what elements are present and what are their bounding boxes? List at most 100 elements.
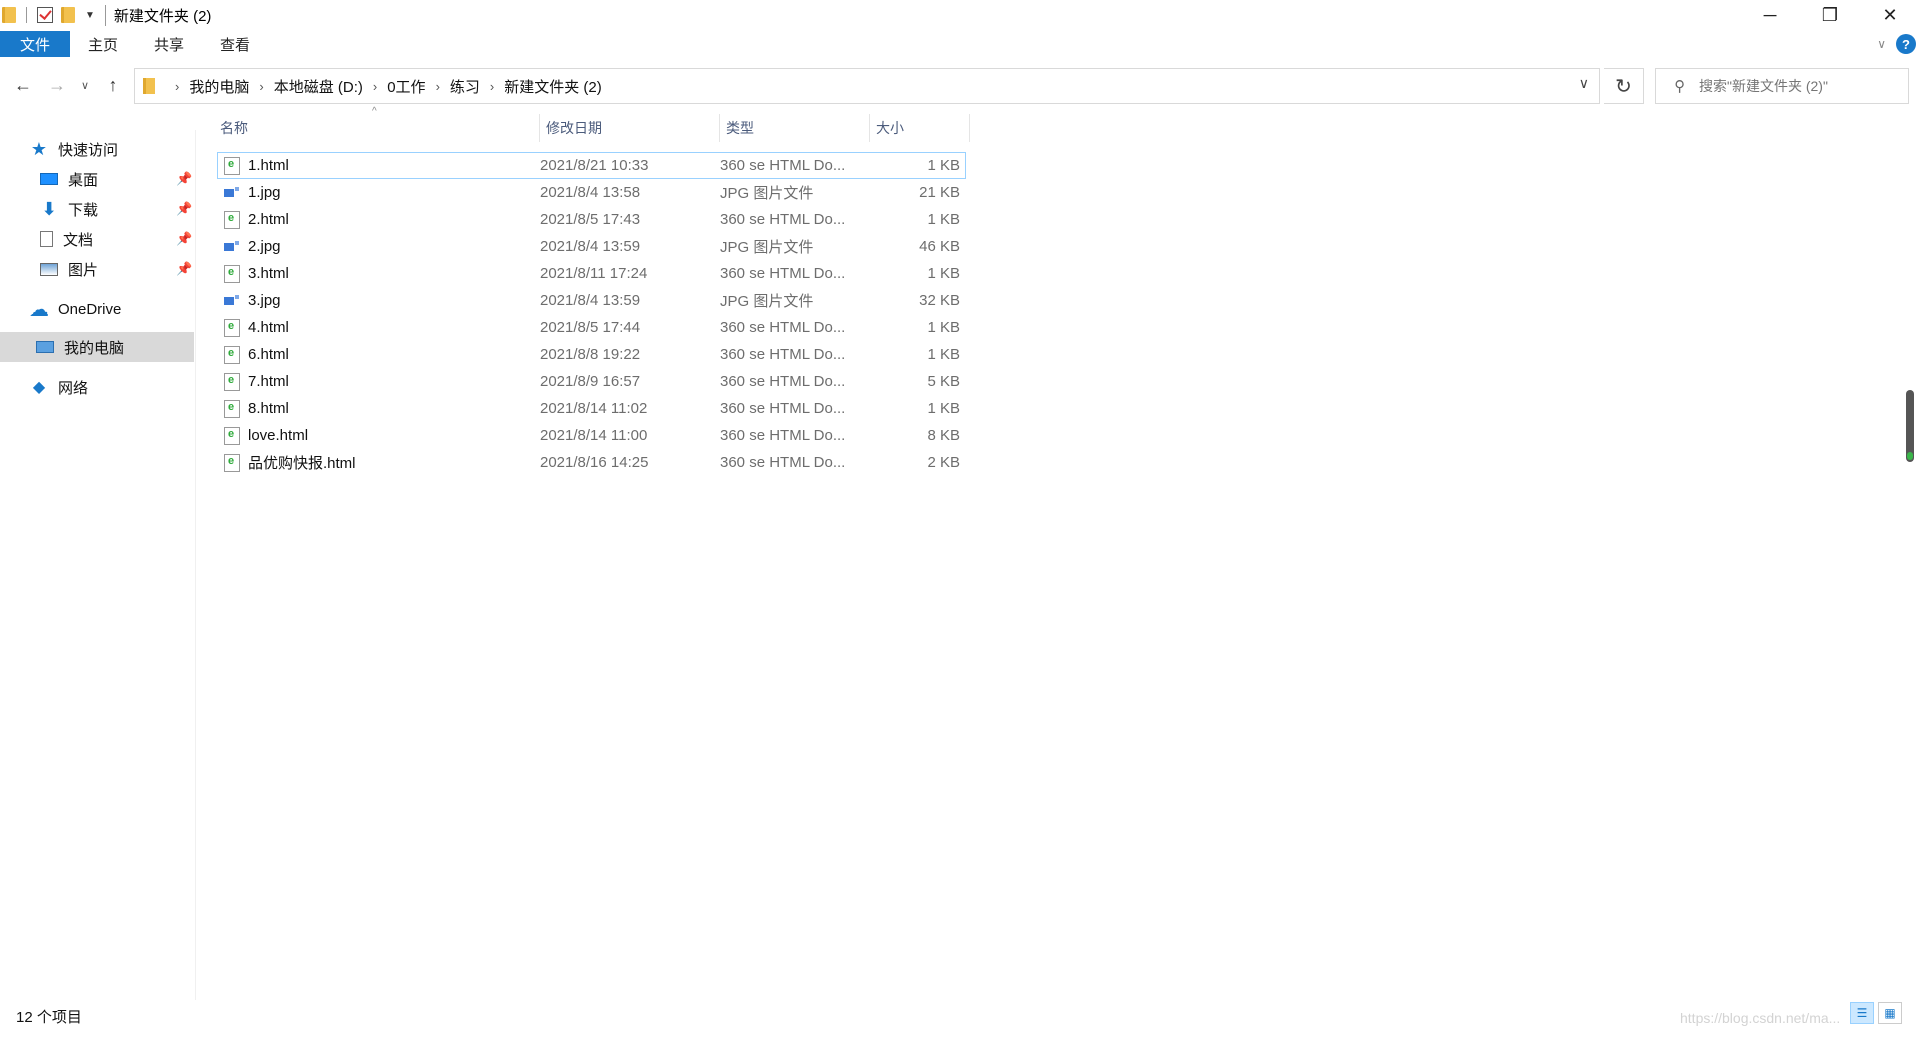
- pin-icon[interactable]: 📌: [176, 261, 192, 277]
- html-file-icon: [224, 345, 240, 364]
- html-file-icon: [224, 264, 240, 283]
- table-row[interactable]: 2.jpg 2021/8/4 13:59 JPG 图片文件 46 KB: [218, 233, 966, 260]
- help-icon[interactable]: ?: [1896, 34, 1916, 54]
- file-size: 1 KB: [927, 211, 960, 228]
- table-row[interactable]: 7.html 2021/8/9 16:57 360 se HTML Do... …: [218, 368, 966, 395]
- sidebar-item-onedrive[interactable]: ☁ OneDrive: [29, 294, 196, 324]
- file-type: JPG 图片文件: [720, 185, 814, 202]
- table-row[interactable]: 1.jpg 2021/8/4 13:58 JPG 图片文件 21 KB: [218, 179, 966, 206]
- image-file-icon: [224, 294, 240, 307]
- sidebar-item-downloads[interactable]: ⬇ 下载 📌: [40, 194, 196, 224]
- file-date: 2021/8/14 11:00: [540, 427, 648, 444]
- refresh-button[interactable]: ↻: [1604, 68, 1644, 104]
- table-row[interactable]: love.html 2021/8/14 11:00 360 se HTML Do…: [218, 422, 966, 449]
- file-name: love.html: [248, 427, 309, 444]
- search-input[interactable]: [1699, 78, 1879, 94]
- file-size: 46 KB: [919, 238, 960, 255]
- table-row[interactable]: 2.html 2021/8/5 17:43 360 se HTML Do... …: [218, 206, 966, 233]
- column-header-type[interactable]: 类型: [720, 114, 870, 142]
- table-row[interactable]: 品优购快报.html 2021/8/16 14:25 360 se HTML D…: [218, 449, 966, 476]
- sidebar-item-network[interactable]: ◆ 网络: [30, 372, 196, 402]
- file-date: 2021/8/5 17:43: [540, 211, 641, 228]
- breadcrumb-separator[interactable]: ›: [490, 79, 494, 94]
- table-row[interactable]: 3.jpg 2021/8/4 13:59 JPG 图片文件 32 KB: [218, 287, 966, 314]
- table-row[interactable]: 8.html 2021/8/14 11:02 360 se HTML Do...…: [218, 395, 966, 422]
- file-name: 品优购快报.html: [248, 455, 356, 472]
- file-type: JPG 图片文件: [720, 239, 814, 256]
- address-bar[interactable]: › 我的电脑 › 本地磁盘 (D:) › 0工作 › 练习 › 新建文件夹 (2…: [134, 68, 1600, 104]
- file-size: 1 KB: [927, 265, 960, 282]
- file-type: 360 se HTML Do...: [720, 373, 846, 390]
- tab-share[interactable]: 共享: [136, 31, 202, 57]
- customize-toolbar-chevron-icon[interactable]: ▼: [85, 10, 95, 21]
- table-row[interactable]: 3.html 2021/8/11 17:24 360 se HTML Do...…: [218, 260, 966, 287]
- file-name: 3.jpg: [248, 292, 281, 309]
- pin-icon[interactable]: 📌: [176, 171, 192, 187]
- file-size: 1 KB: [927, 346, 960, 363]
- file-date: 2021/8/11 17:24: [540, 265, 648, 282]
- details-view-icon[interactable]: ☰: [1850, 1002, 1874, 1024]
- search-box[interactable]: ⚲: [1655, 68, 1909, 104]
- table-row[interactable]: 1.html 2021/8/21 10:33 360 se HTML Do...…: [217, 152, 966, 179]
- html-file-icon: [224, 399, 240, 418]
- up-button[interactable]: ↑: [96, 68, 130, 102]
- breadcrumb-separator[interactable]: ›: [259, 79, 263, 94]
- star-icon: ★: [30, 138, 48, 159]
- recent-locations-button[interactable]: ∨: [74, 68, 96, 102]
- sidebar-item-pictures[interactable]: 图片 📌: [40, 254, 196, 284]
- navigation-pane: ★ 快速访问 桌面 📌 ⬇ 下载 📌 文档 📌 图片 📌 ☁ OneDrive …: [0, 130, 196, 1000]
- column-header-date[interactable]: 修改日期: [540, 114, 720, 142]
- tab-file[interactable]: 文件: [0, 31, 70, 57]
- large-icons-view-icon[interactable]: ▦: [1878, 1002, 1902, 1024]
- expand-ribbon-chevron-icon[interactable]: ∨: [1877, 37, 1886, 51]
- column-header-size[interactable]: 大小: [870, 114, 970, 142]
- folder-icon: [2, 7, 16, 23]
- desktop-icon: [40, 173, 58, 185]
- file-size: 5 KB: [927, 373, 960, 390]
- file-date: 2021/8/5 17:44: [540, 319, 641, 336]
- file-name: 1.html: [248, 157, 289, 174]
- new-folder-icon[interactable]: [61, 7, 75, 23]
- restore-button[interactable]: ❐: [1800, 0, 1860, 30]
- sidebar-item-quick-access[interactable]: ★ 快速访问: [30, 134, 196, 164]
- breadcrumb-separator[interactable]: ›: [175, 79, 179, 94]
- pin-icon[interactable]: 📌: [176, 201, 192, 217]
- pin-icon[interactable]: 📌: [176, 231, 192, 247]
- file-name: 1.jpg: [248, 184, 281, 201]
- breadcrumb-separator[interactable]: ›: [373, 79, 377, 94]
- sidebar-item-desktop[interactable]: 桌面 📌: [40, 164, 196, 194]
- navigation-bar: ← → ∨ ↑ › 我的电脑 › 本地磁盘 (D:) › 0工作 › 练习 › …: [0, 62, 1920, 108]
- forward-button[interactable]: →: [40, 68, 74, 102]
- html-file-icon: [224, 453, 240, 472]
- sidebar-item-my-computer[interactable]: 我的电脑: [0, 332, 194, 362]
- cloud-icon: ☁: [29, 298, 49, 321]
- breadcrumb-separator[interactable]: ›: [436, 79, 440, 94]
- file-size: 32 KB: [919, 292, 960, 309]
- minimize-button[interactable]: ─: [1740, 0, 1800, 30]
- file-list: 1.html 2021/8/21 10:33 360 se HTML Do...…: [217, 152, 966, 476]
- file-type: 360 se HTML Do...: [720, 427, 846, 444]
- tab-home[interactable]: 主页: [70, 31, 136, 57]
- table-row[interactable]: 6.html 2021/8/8 19:22 360 se HTML Do... …: [218, 341, 966, 368]
- file-type: 360 se HTML Do...: [720, 400, 846, 417]
- breadcrumb-my-computer[interactable]: 我的电脑: [189, 76, 249, 97]
- back-button[interactable]: ←: [6, 68, 40, 102]
- breadcrumb-practice[interactable]: 练习: [450, 76, 480, 97]
- sidebar-item-documents[interactable]: 文档 📌: [40, 224, 196, 254]
- file-size: 2 KB: [927, 454, 960, 471]
- table-row[interactable]: 4.html 2021/8/5 17:44 360 se HTML Do... …: [218, 314, 966, 341]
- file-type: 360 se HTML Do...: [720, 319, 846, 336]
- column-header-name[interactable]: 名称: [214, 114, 540, 142]
- tab-view[interactable]: 查看: [202, 31, 268, 57]
- window-controls: ─ ❐ ✕: [1740, 0, 1920, 30]
- close-button[interactable]: ✕: [1860, 0, 1920, 30]
- breadcrumb-local-disk-d[interactable]: 本地磁盘 (D:): [274, 76, 363, 97]
- address-dropdown-chevron-icon[interactable]: ∨: [1579, 75, 1589, 92]
- properties-icon[interactable]: [37, 7, 53, 23]
- breadcrumb-work[interactable]: 0工作: [387, 76, 425, 97]
- file-name: 8.html: [248, 400, 289, 417]
- sidebar-item-label: 快速访问: [58, 141, 119, 159]
- breadcrumb-current-folder[interactable]: 新建文件夹 (2): [504, 76, 602, 97]
- ribbon-tabs: 文件 主页 共享 查看 ∨ ?: [0, 31, 1920, 57]
- download-icon: ⬇: [41, 198, 57, 219]
